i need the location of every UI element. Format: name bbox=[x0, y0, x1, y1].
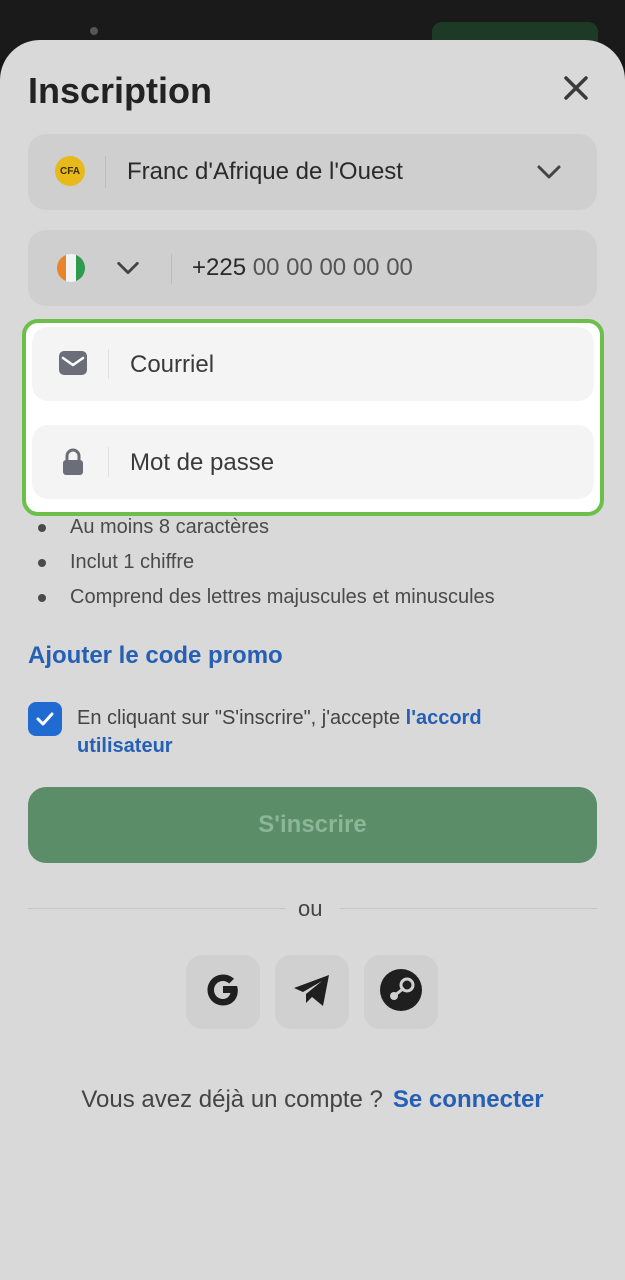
email-input[interactable]: Courriel bbox=[130, 351, 214, 379]
divider-line-right bbox=[340, 908, 597, 909]
password-input[interactable]: Mot de passe bbox=[130, 449, 274, 477]
cfa-currency-icon: CFA bbox=[55, 156, 85, 186]
envelope-icon bbox=[58, 349, 88, 382]
field-divider bbox=[105, 156, 106, 188]
lock-icon bbox=[58, 447, 88, 482]
google-login-button[interactable] bbox=[186, 955, 260, 1029]
divider-line-left bbox=[28, 908, 286, 909]
close-icon[interactable] bbox=[558, 70, 594, 106]
email-field[interactable]: Courriel bbox=[32, 327, 594, 401]
phone-input[interactable]: +225 00 00 00 00 00 bbox=[192, 254, 413, 282]
phone-field[interactable]: +225 00 00 00 00 00 bbox=[28, 230, 597, 306]
agreement-checkbox[interactable] bbox=[28, 702, 62, 736]
signup-sheet: Inscription CFA Franc d'Afrique de l'Oue… bbox=[0, 40, 625, 1280]
add-promo-code-link[interactable]: Ajouter le code promo bbox=[28, 642, 283, 670]
country-chevron-down-icon[interactable] bbox=[114, 254, 142, 287]
field-divider bbox=[171, 254, 172, 284]
background-dot bbox=[90, 27, 98, 35]
credentials-highlight: Courriel Mot de passe bbox=[22, 319, 604, 516]
login-question: Vous avez déjà un compte ? bbox=[81, 1086, 383, 1113]
google-icon bbox=[200, 967, 246, 1018]
password-rules-list: Au moins 8 caractères Inclut 1 chiffre C… bbox=[38, 514, 495, 619]
telegram-login-button[interactable] bbox=[275, 955, 349, 1029]
field-divider bbox=[108, 447, 109, 477]
login-prompt: Vous avez déjà un compte ? Se connecter bbox=[0, 1086, 625, 1114]
country-code: +225 bbox=[192, 254, 247, 281]
phone-placeholder: 00 00 00 00 00 bbox=[252, 254, 413, 281]
password-rule: Au moins 8 caractères bbox=[38, 514, 495, 549]
field-divider bbox=[108, 349, 109, 379]
password-rule: Inclut 1 chiffre bbox=[38, 549, 495, 584]
signup-button[interactable]: S'inscrire bbox=[28, 787, 597, 863]
or-divider-label: ou bbox=[298, 896, 323, 921]
agreement-label: En cliquant sur "S'inscrire", j'accepte bbox=[77, 707, 406, 729]
currency-select[interactable]: CFA Franc d'Afrique de l'Ouest bbox=[28, 134, 597, 210]
password-field[interactable]: Mot de passe bbox=[32, 425, 594, 499]
telegram-icon bbox=[290, 968, 334, 1017]
ivory-coast-flag-icon[interactable] bbox=[57, 254, 85, 282]
steam-login-button[interactable] bbox=[364, 955, 438, 1029]
page-title: Inscription bbox=[28, 70, 213, 111]
currency-label: Franc d'Afrique de l'Ouest bbox=[127, 158, 403, 185]
password-rule: Comprend des lettres majuscules et minus… bbox=[38, 584, 495, 619]
agreement-text: En cliquant sur "S'inscrire", j'accepte … bbox=[77, 704, 577, 760]
chevron-down-icon[interactable] bbox=[534, 157, 564, 192]
login-link[interactable]: Se connecter bbox=[393, 1086, 544, 1113]
steam-icon bbox=[379, 968, 423, 1017]
